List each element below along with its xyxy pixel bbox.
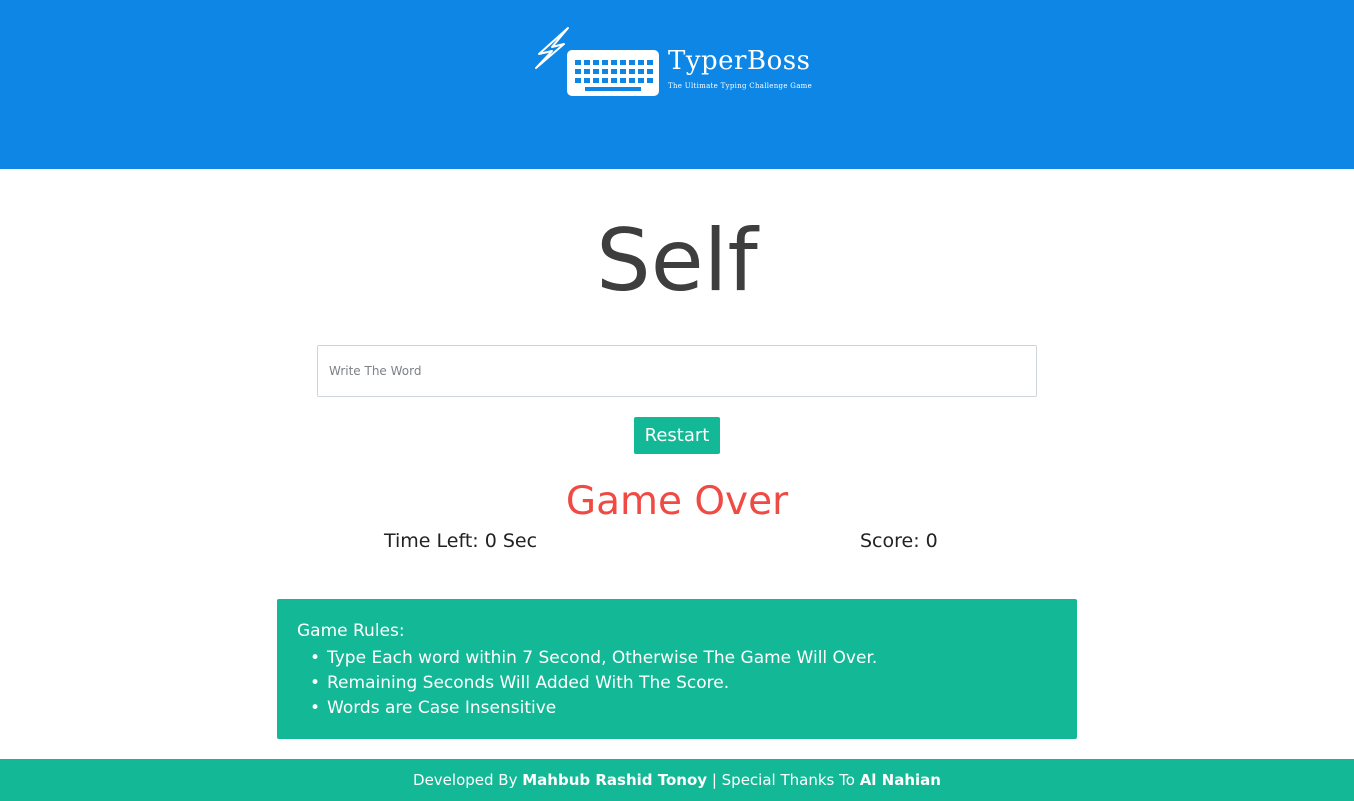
score-label: Score: — [860, 530, 920, 552]
rule-text: Remaining Seconds Will Added With The Sc… — [327, 673, 730, 693]
rules-title: Game Rules: — [297, 621, 405, 641]
time-left-unit: Sec — [502, 530, 538, 552]
rule-text: Words are Case Insensitive — [327, 698, 557, 718]
developed-by-label: Developed By — [413, 771, 518, 789]
rule-item: • Remaining Seconds Will Added With The … — [297, 671, 1057, 696]
game-status-message: Game Over — [565, 479, 789, 524]
bullet-icon: • — [310, 673, 321, 693]
logo-title: TyperBoss — [668, 46, 811, 76]
current-word: Self — [596, 211, 758, 311]
lightning-bolt-icon — [535, 27, 569, 69]
thanks-label: Special Thanks To — [721, 771, 855, 789]
footer-separator: | — [711, 771, 717, 789]
site-footer: Developed By Mahbub Rashid Tonoy | Speci… — [0, 759, 1354, 801]
score: Score: 0 — [860, 530, 938, 552]
word-input[interactable] — [317, 345, 1037, 397]
typerboss-logo: TyperBoss The Ultimate Typing Challenge … — [533, 24, 833, 104]
time-left-label: Time Left: — [384, 530, 479, 552]
score-value: 0 — [925, 530, 938, 552]
bullet-icon: • — [310, 698, 321, 718]
rules-list: • Type Each word within 7 Second, Otherw… — [297, 646, 1057, 721]
logo-subtitle: The Ultimate Typing Challenge Game — [668, 82, 813, 90]
game-rules-panel: Game Rules: • Type Each word within 7 Se… — [277, 599, 1077, 739]
rule-item: • Type Each word within 7 Second, Otherw… — [297, 646, 1057, 671]
time-left-value: 0 — [484, 530, 497, 552]
time-left: Time Left: 0 Sec — [384, 530, 537, 552]
site-header: TyperBoss The Ultimate Typing Challenge … — [0, 0, 1354, 169]
rule-item: • Words are Case Insensitive — [297, 696, 1057, 721]
rule-text: Type Each word within 7 Second, Otherwis… — [327, 648, 878, 668]
developer-name: Mahbub Rashid Tonoy — [522, 771, 708, 789]
restart-button[interactable]: Restart — [634, 417, 720, 454]
thanks-name: Al Nahian — [859, 771, 941, 789]
bullet-icon: • — [310, 648, 321, 668]
